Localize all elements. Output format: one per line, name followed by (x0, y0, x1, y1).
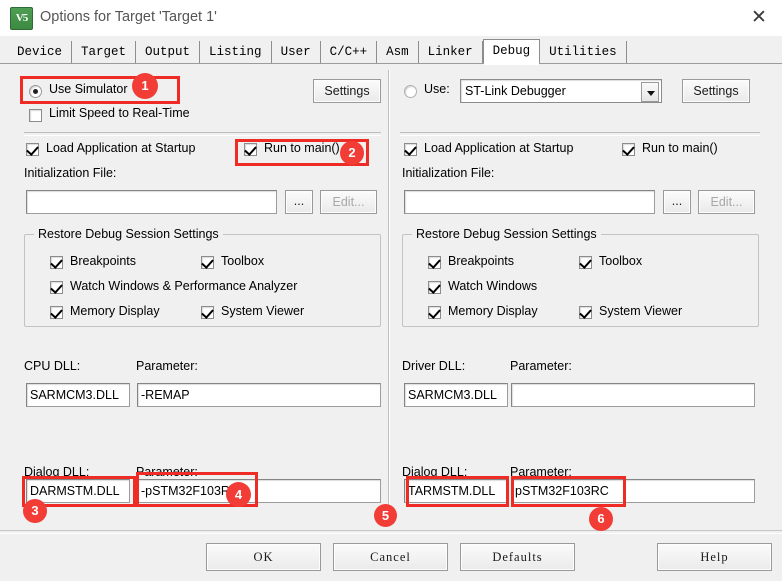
tab-asm[interactable]: Asm (377, 41, 419, 63)
tab-linker[interactable]: Linker (419, 41, 483, 63)
breakpoints-label-right[interactable]: Breakpoints (448, 254, 514, 268)
driver-dll-input[interactable]: SARMCM3.DLL (404, 383, 508, 407)
annotation-badge-4: 4 (226, 482, 251, 507)
init-file-edit-button-left[interactable]: Edit... (320, 190, 377, 214)
init-file-edit-button-right[interactable]: Edit... (698, 190, 755, 214)
cancel-button[interactable]: Cancel (333, 543, 448, 571)
limit-speed-label[interactable]: Limit Speed to Real-Time (49, 106, 190, 120)
defaults-button[interactable]: Defaults (460, 543, 575, 571)
init-file-label-left: Initialization File: (24, 166, 117, 180)
chevron-down-icon[interactable] (641, 82, 659, 102)
ok-button[interactable]: OK (206, 543, 321, 571)
annotation-badge-6: 6 (589, 507, 613, 531)
limit-speed-checkbox[interactable] (29, 109, 42, 122)
init-file-input-right[interactable] (404, 190, 655, 214)
tab-c-c[interactable]: C/C++ (321, 41, 378, 63)
restore-session-title-right: Restore Debug Session Settings (412, 227, 601, 241)
driver-dll-label: Driver DLL: (402, 359, 466, 373)
help-button[interactable]: Help (657, 543, 772, 571)
memory-display-checkbox-left[interactable] (50, 306, 63, 319)
load-app-checkbox-right[interactable] (404, 143, 417, 156)
init-file-label-right: Initialization File: (402, 166, 495, 180)
dialog-dll-input-left[interactable]: DARMSTM.DLL (26, 479, 130, 503)
use-debugger-label[interactable]: Use: (424, 82, 450, 96)
dialog-parameter-input-right[interactable]: pSTM32F103RC (511, 479, 755, 503)
init-file-browse-button-left[interactable]: ... (285, 190, 313, 214)
cpu-parameter-input[interactable]: -REMAP (137, 383, 381, 407)
breakpoints-checkbox-left[interactable] (50, 256, 63, 269)
memory-display-checkbox-right[interactable] (428, 306, 441, 319)
watch-windows-label-left[interactable]: Watch Windows & Performance Analyzer (70, 279, 297, 293)
driver-parameter-label: Parameter: (510, 359, 572, 373)
breakpoints-checkbox-right[interactable] (428, 256, 441, 269)
tab-device[interactable]: Device (8, 41, 73, 63)
system-viewer-checkbox-right[interactable] (579, 306, 592, 319)
use-simulator-radio[interactable] (29, 85, 42, 98)
tab-output[interactable]: Output (136, 41, 201, 63)
restore-session-title-left: Restore Debug Session Settings (34, 227, 223, 241)
left-separator (24, 132, 381, 136)
watch-windows-label-right[interactable]: Watch Windows (448, 279, 537, 293)
tab-user[interactable]: User (272, 41, 321, 63)
system-viewer-label-left[interactable]: System Viewer (221, 304, 304, 318)
panel-divider (388, 70, 390, 525)
use-simulator-label[interactable]: Use Simulator (49, 82, 128, 96)
window-title: Options for Target 'Target 1' (40, 9, 217, 25)
tab-utilities[interactable]: Utilities (540, 41, 627, 63)
dialog-dll-label-left: Dialog DLL: (24, 465, 90, 479)
init-file-browse-button-right[interactable]: ... (663, 190, 691, 214)
run-to-main-label-right[interactable]: Run to main() (642, 141, 718, 155)
tab-strip: Device Target Output Listing User C/C++ Asm Lin… (0, 36, 782, 64)
annotation-badge-3: 3 (23, 499, 47, 523)
run-to-main-checkbox-right[interactable] (622, 143, 635, 156)
toolbox-label-left[interactable]: Toolbox (221, 254, 264, 268)
cpu-dll-input[interactable]: SARMCM3.DLL (26, 383, 130, 407)
dialog-dll-input-right[interactable]: TARMSTM.DLL (404, 479, 508, 503)
keil-uvision-icon: V5 (10, 7, 33, 30)
footer-separator (0, 530, 782, 534)
tab-target[interactable]: Target (72, 41, 137, 63)
toolbox-checkbox-left[interactable] (201, 256, 214, 269)
toolbox-checkbox-right[interactable] (579, 256, 592, 269)
tab-underline (0, 63, 782, 64)
watch-windows-checkbox-left[interactable] (50, 281, 63, 294)
load-app-checkbox-left[interactable] (26, 143, 39, 156)
system-viewer-checkbox-left[interactable] (201, 306, 214, 319)
tab-debug[interactable]: Debug (482, 39, 541, 63)
watch-windows-checkbox-right[interactable] (428, 281, 441, 294)
dialog-parameter-label-right: Parameter: (510, 465, 572, 479)
simulator-settings-button[interactable]: Settings (313, 79, 381, 103)
memory-display-label-left[interactable]: Memory Display (70, 304, 160, 318)
run-to-main-checkbox-left[interactable] (244, 143, 257, 156)
annotation-badge-2: 2 (340, 141, 364, 165)
dialog-dll-label-right: Dialog DLL: (402, 465, 468, 479)
load-app-label-right[interactable]: Load Application at Startup (424, 141, 573, 155)
close-icon[interactable]: ✕ (736, 0, 782, 36)
options-dialog: V5 Options for Target 'Target 1' ✕ Devic… (0, 0, 782, 581)
tab-selected-mask (483, 63, 540, 65)
cpu-dll-label: CPU DLL: (24, 359, 81, 373)
right-separator (400, 132, 760, 136)
use-debugger-radio[interactable] (404, 85, 417, 98)
driver-parameter-input[interactable] (511, 383, 755, 407)
memory-display-label-right[interactable]: Memory Display (448, 304, 538, 318)
toolbox-label-right[interactable]: Toolbox (599, 254, 642, 268)
tab-listing[interactable]: Listing (200, 41, 272, 63)
title-bar: V5 Options for Target 'Target 1' ✕ (0, 0, 782, 37)
annotation-badge-5: 5 (374, 504, 397, 527)
dialog-parameter-label-left: Parameter: (136, 465, 198, 479)
debugger-settings-button[interactable]: Settings (682, 79, 750, 103)
debugger-select-value: ST-Link Debugger (465, 84, 566, 98)
system-viewer-label-right[interactable]: System Viewer (599, 304, 682, 318)
breakpoints-label-left[interactable]: Breakpoints (70, 254, 136, 268)
init-file-input-left[interactable] (26, 190, 277, 214)
run-to-main-label-left[interactable]: Run to main() (264, 141, 340, 155)
load-app-label-left[interactable]: Load Application at Startup (46, 141, 195, 155)
debugger-select[interactable]: ST-Link Debugger (460, 79, 662, 103)
cpu-parameter-label: Parameter: (136, 359, 198, 373)
annotation-badge-1: 1 (132, 73, 158, 99)
dialog-parameter-input-left[interactable]: -pSTM32F103RC (137, 479, 381, 503)
